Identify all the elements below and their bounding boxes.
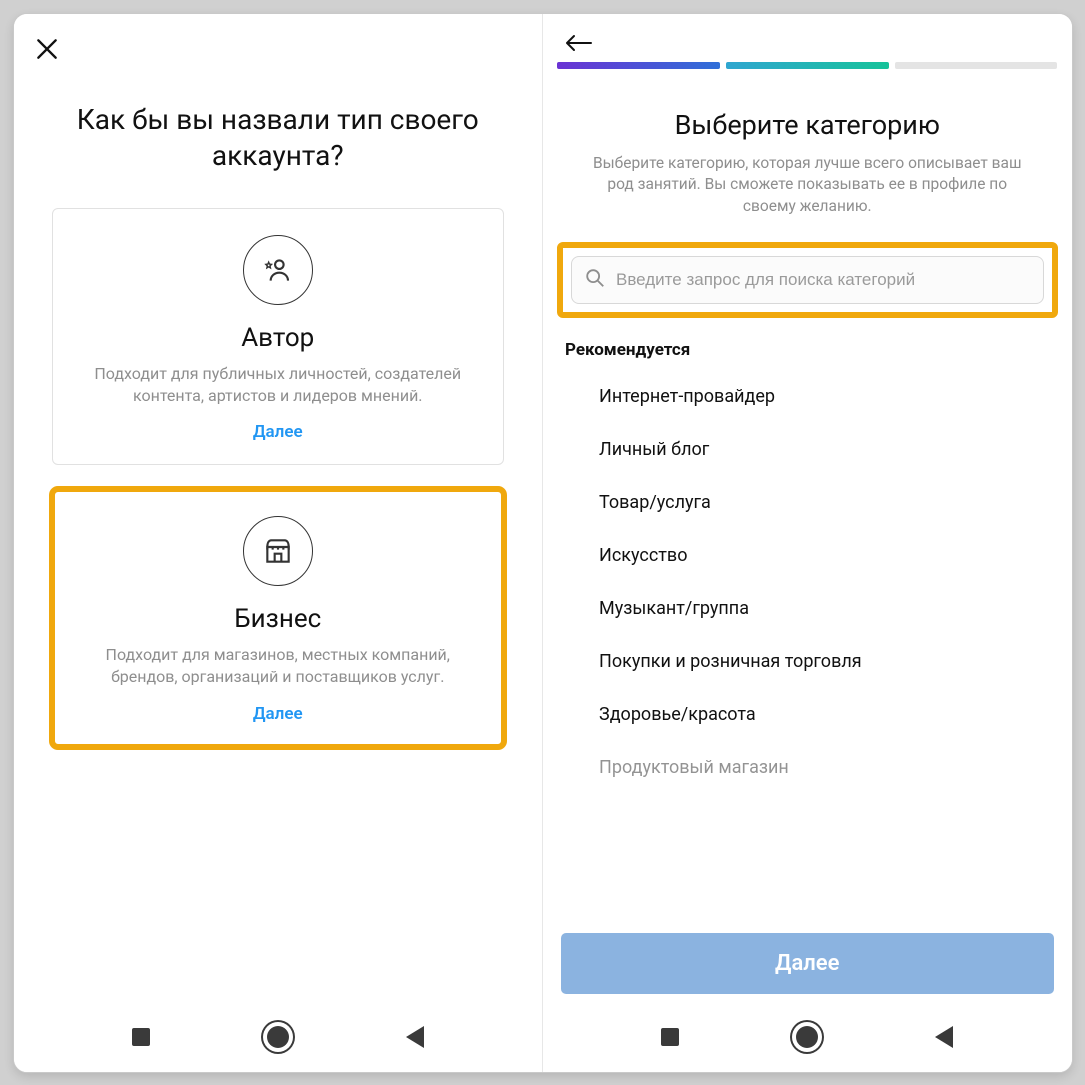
category-pane: Выберите категорию Выберите категорию, к… [543,14,1072,1072]
search-box[interactable] [571,256,1044,304]
account-type-card-business[interactable]: Бизнес Подходит для магазинов, местных к… [52,489,505,746]
progress-seg-2 [726,62,889,69]
business-card-title: Бизнес [71,604,486,634]
back-arrow-icon[interactable] [563,32,1052,54]
category-item[interactable]: Искусство [543,529,1072,582]
nav-back-icon[interactable] [406,1026,424,1048]
author-card-title: Автор [71,323,486,353]
business-icon [243,516,313,586]
category-item[interactable]: Продуктовый магазин [543,741,1072,782]
author-icon [243,235,313,305]
account-type-pane: Как бы вы назвали тип своего аккаунта? А… [14,14,543,1072]
next-button[interactable]: Далее [561,933,1054,994]
android-nav-left [14,1008,543,1072]
category-item[interactable]: Музыкант/группа [543,582,1072,635]
search-icon [584,267,606,293]
back-row [543,14,1072,62]
author-card-desc: Подходит для публичных личностей, создат… [71,363,486,416]
category-item[interactable]: Здоровье/красота [543,688,1072,741]
nav-home-icon[interactable] [267,1026,289,1048]
category-item[interactable]: Покупки и розничная торговля [543,635,1072,688]
account-type-title: Как бы вы назвали тип своего аккаунта? [14,62,543,203]
category-item[interactable]: Личный блог [543,423,1072,476]
search-input[interactable] [616,270,1031,290]
close-row [14,14,543,62]
progress-seg-3 [895,62,1058,69]
category-item[interactable]: Товар/услуга [543,476,1072,529]
progress-bar [543,62,1072,75]
nav-back-icon[interactable] [935,1026,953,1048]
business-card-desc: Подходит для магазинов, местных компаний… [71,644,486,697]
recommended-label: Рекомендуется [543,322,1072,368]
category-list[interactable]: Интернет-провайдер Личный блог Товар/усл… [543,368,1072,929]
search-highlight [557,242,1058,318]
category-title: Выберите категорию [543,75,1072,153]
progress-seg-1 [557,62,720,69]
close-icon[interactable] [34,36,523,62]
nav-recent-icon[interactable] [132,1028,150,1046]
android-nav-right [543,1008,1072,1072]
app-frame: Как бы вы назвали тип своего аккаунта? А… [13,13,1073,1073]
category-subtitle: Выберите категорию, которая лучше всего … [543,153,1072,236]
author-next-button[interactable]: Далее [243,416,313,448]
category-item[interactable]: Интернет-провайдер [543,370,1072,423]
nav-home-icon[interactable] [796,1026,818,1048]
business-next-button[interactable]: Далее [243,698,313,730]
account-type-card-author[interactable]: Автор Подходит для публичных личностей, … [52,208,505,465]
nav-recent-icon[interactable] [661,1028,679,1046]
